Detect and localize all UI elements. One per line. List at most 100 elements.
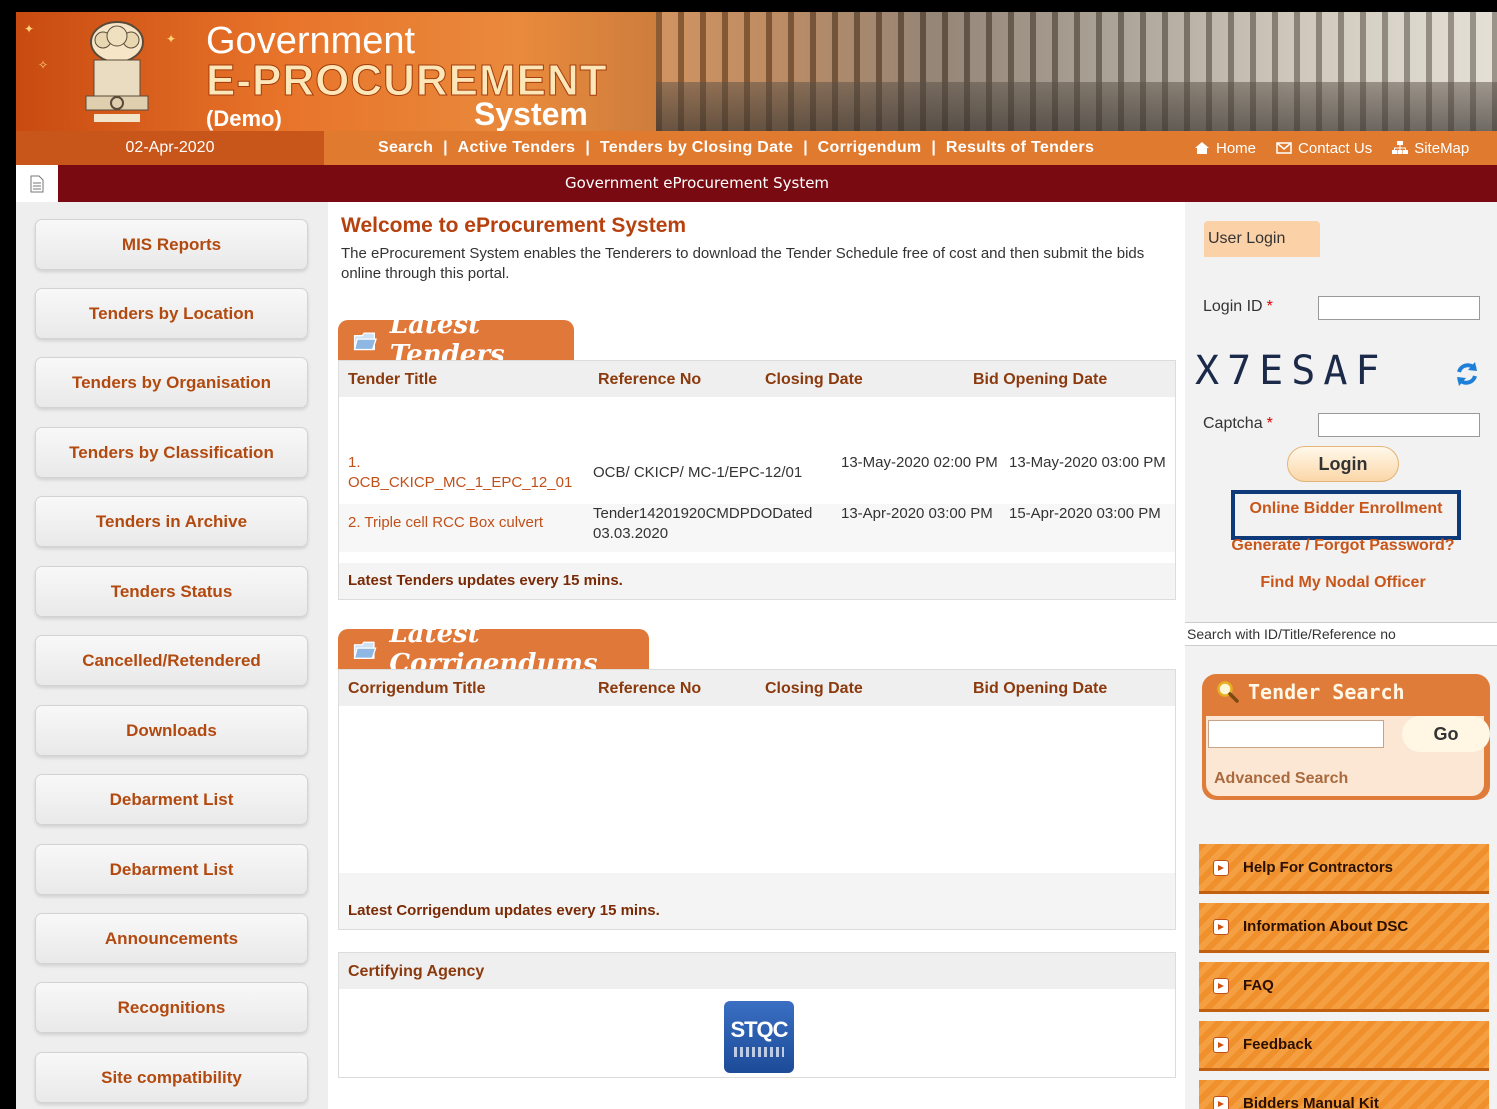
latest-tenders-panel: Tender Title Reference No Closing Date B… xyxy=(338,360,1176,600)
tender-title-link[interactable]: 2. Triple cell RCC Box culvert xyxy=(348,513,588,533)
sidebar-item-tenders-in-archive[interactable]: Tenders in Archive xyxy=(35,496,308,547)
certifying-agency-header: Certifying Agency xyxy=(339,953,1175,989)
sidebar-item-mis-reports[interactable]: MIS Reports xyxy=(35,219,308,270)
latest-tenders-footer: Latest Tenders updates every 15 mins. xyxy=(339,563,1175,599)
star-icon: ✧ xyxy=(38,58,49,72)
latest-tenders-header: Tender Title Reference No Closing Date B… xyxy=(339,361,1175,397)
nav-results-of-tenders[interactable]: Results of Tenders xyxy=(946,139,1094,157)
folder-icon xyxy=(353,332,377,351)
arrow-right-icon xyxy=(1213,859,1229,876)
sidebar-item-downloads[interactable]: Downloads xyxy=(35,705,308,756)
latest-corrigendums-panel: Corrigendum Title Reference No Closing D… xyxy=(338,669,1176,930)
help-item-label: FAQ xyxy=(1243,977,1274,994)
right-sidebar: User Login Login ID * X7ESAF Captcha * Log… xyxy=(1185,202,1497,1109)
home-icon xyxy=(1195,142,1209,154)
latest-corrigendums-tab: Latest Corrigendums xyxy=(338,619,649,679)
sitemap-link[interactable]: SiteMap xyxy=(1392,140,1469,157)
contact-us-link[interactable]: Contact Us xyxy=(1276,140,1372,157)
sidebar-item-announcements[interactable]: Announcements xyxy=(35,913,308,964)
banner-title-system: System xyxy=(474,96,588,131)
banner-dam-base xyxy=(656,82,1497,131)
tender-title-link[interactable]: 1. OCB_CKICP_MC_1_EPC_12_01 xyxy=(348,453,588,493)
banner-title-demo: (Demo) xyxy=(206,106,282,131)
col-reference-no: Reference No xyxy=(598,371,702,388)
arrow-right-icon xyxy=(1213,977,1229,994)
stqc-logo: STQC xyxy=(724,1001,794,1073)
sidebar-item-tenders-by-organisation[interactable]: Tenders by Organisation xyxy=(35,357,308,408)
required-mark: * xyxy=(1266,298,1273,315)
nav-tenders-by-closing-date[interactable]: Tenders by Closing Date xyxy=(600,139,793,157)
tender-search-box: Tender Search Go Advanced Search xyxy=(1202,674,1490,800)
login-id-label: Login ID * xyxy=(1203,298,1273,316)
nav-links: Search | Active Tenders | Tenders by Clo… xyxy=(378,131,1094,165)
latest-tenders-tab: Latest Tenders xyxy=(338,310,574,370)
sidebar-item-tenders-status[interactable]: Tenders Status xyxy=(35,566,308,617)
login-id-input[interactable] xyxy=(1318,296,1480,320)
go-button[interactable]: Go xyxy=(1402,716,1490,752)
refresh-icon[interactable] xyxy=(1453,360,1481,388)
top-navbar: 02-Apr-2020 Search | Active Tenders | Te… xyxy=(16,131,1497,165)
quick-links: Home Contact Us SiteMap xyxy=(1194,131,1489,165)
online-bidder-enrollment-link[interactable]: Online Bidder Enrollment xyxy=(1231,500,1461,518)
col-bid-opening-date: Bid Opening Date xyxy=(973,680,1108,697)
help-for-contractors-link[interactable]: Help For Contractors xyxy=(1199,844,1489,894)
table-row: 2. Triple cell RCC Box culvert Tender142… xyxy=(339,504,1175,552)
nav-separator: | xyxy=(803,139,808,156)
find-nodal-officer-link[interactable]: Find My Nodal Officer xyxy=(1203,574,1483,592)
sidebar-item-tenders-by-location[interactable]: Tenders by Location xyxy=(35,288,308,339)
captcha-label-text: Captcha xyxy=(1203,415,1263,432)
advanced-search-link[interactable]: Advanced Search xyxy=(1214,770,1348,788)
nav-active-tenders[interactable]: Active Tenders xyxy=(458,139,576,157)
sidebar-item-cancelled-retendered[interactable]: Cancelled/Retendered xyxy=(35,635,308,686)
sitemap-label: SiteMap xyxy=(1414,139,1470,157)
tender-search-input[interactable] xyxy=(1208,720,1384,748)
faq-link[interactable]: FAQ xyxy=(1199,962,1489,1012)
main-content: Welcome to eProcurement System The eProc… xyxy=(338,202,1176,1109)
login-id-label-text: Login ID xyxy=(1203,298,1263,315)
col-bid-opening-date: Bid Opening Date xyxy=(973,371,1108,388)
sidebar-item-debarment-list-2[interactable]: Debarment List xyxy=(35,844,308,895)
col-tender-title: Tender Title xyxy=(348,371,438,388)
strip-title: Government eProcurement System xyxy=(564,174,830,192)
home-link-label: Home xyxy=(1216,139,1257,157)
nav-separator: | xyxy=(931,139,936,156)
sidebar-item-tenders-by-classification[interactable]: Tenders by Classification xyxy=(35,427,308,478)
welcome-text: The eProcurement System enables the Tend… xyxy=(341,245,1145,282)
home-link[interactable]: Home xyxy=(1194,140,1256,157)
sidebar-item-recognitions[interactable]: Recognitions xyxy=(35,982,308,1033)
stqc-tagline xyxy=(734,1047,784,1057)
left-sidebar: MIS Reports Tenders by Location Tenders … xyxy=(16,202,328,1109)
tender-search-title-row: Tender Search xyxy=(1216,680,1405,704)
captcha-label: Captcha * xyxy=(1203,415,1273,433)
help-item-label: Help For Contractors xyxy=(1243,859,1394,876)
certifying-agency-title: Certifying Agency xyxy=(348,963,485,980)
sitemap-icon xyxy=(1392,141,1409,154)
col-reference-no: Reference No xyxy=(598,680,702,697)
tender-closing: 13-Apr-2020 03:00 PM xyxy=(841,505,993,522)
latest-corrigendums-footer: Latest Corrigendum updates every 15 mins… xyxy=(339,873,1175,929)
nav-separator: | xyxy=(443,139,448,156)
login-button[interactable]: Login xyxy=(1287,446,1399,482)
col-corrigendum-title: Corrigendum Title xyxy=(348,680,486,697)
contact-us-label: Contact Us xyxy=(1298,139,1373,157)
captcha-input[interactable] xyxy=(1318,413,1480,437)
nav-corrigendum[interactable]: Corrigendum xyxy=(818,139,922,157)
captcha-image: X7ESAF xyxy=(1195,348,1388,394)
nav-search[interactable]: Search xyxy=(378,139,433,157)
bidders-manual-kit-link[interactable]: Bidders Manual Kit xyxy=(1199,1080,1489,1109)
header-banner: ✦ ✧ ✦ Government E-PROCUREMENT (Demo) Sy… xyxy=(16,12,1497,131)
stqc-logo-text: STQC xyxy=(730,1017,788,1042)
tender-ref: Tender14201920CMDPDODated 03.03.2020 xyxy=(593,505,813,542)
tender-closing: 13-May-2020 02:00 PM xyxy=(841,454,998,471)
folder-icon xyxy=(353,641,377,659)
mail-icon xyxy=(1276,142,1292,154)
star-icon: ✦ xyxy=(166,32,177,46)
col-closing-date: Closing Date xyxy=(765,371,863,388)
information-about-dsc-link[interactable]: Information About DSC xyxy=(1199,903,1489,953)
sidebar-item-site-compatibility[interactable]: Site compatibility xyxy=(35,1052,308,1103)
search-icon xyxy=(1217,681,1239,703)
user-login-tab: User Login xyxy=(1204,221,1320,257)
forgot-password-link[interactable]: Generate / Forgot Password? xyxy=(1203,537,1483,555)
feedback-link[interactable]: Feedback xyxy=(1199,1021,1489,1071)
sidebar-item-debarment-list[interactable]: Debarment List xyxy=(35,774,308,825)
